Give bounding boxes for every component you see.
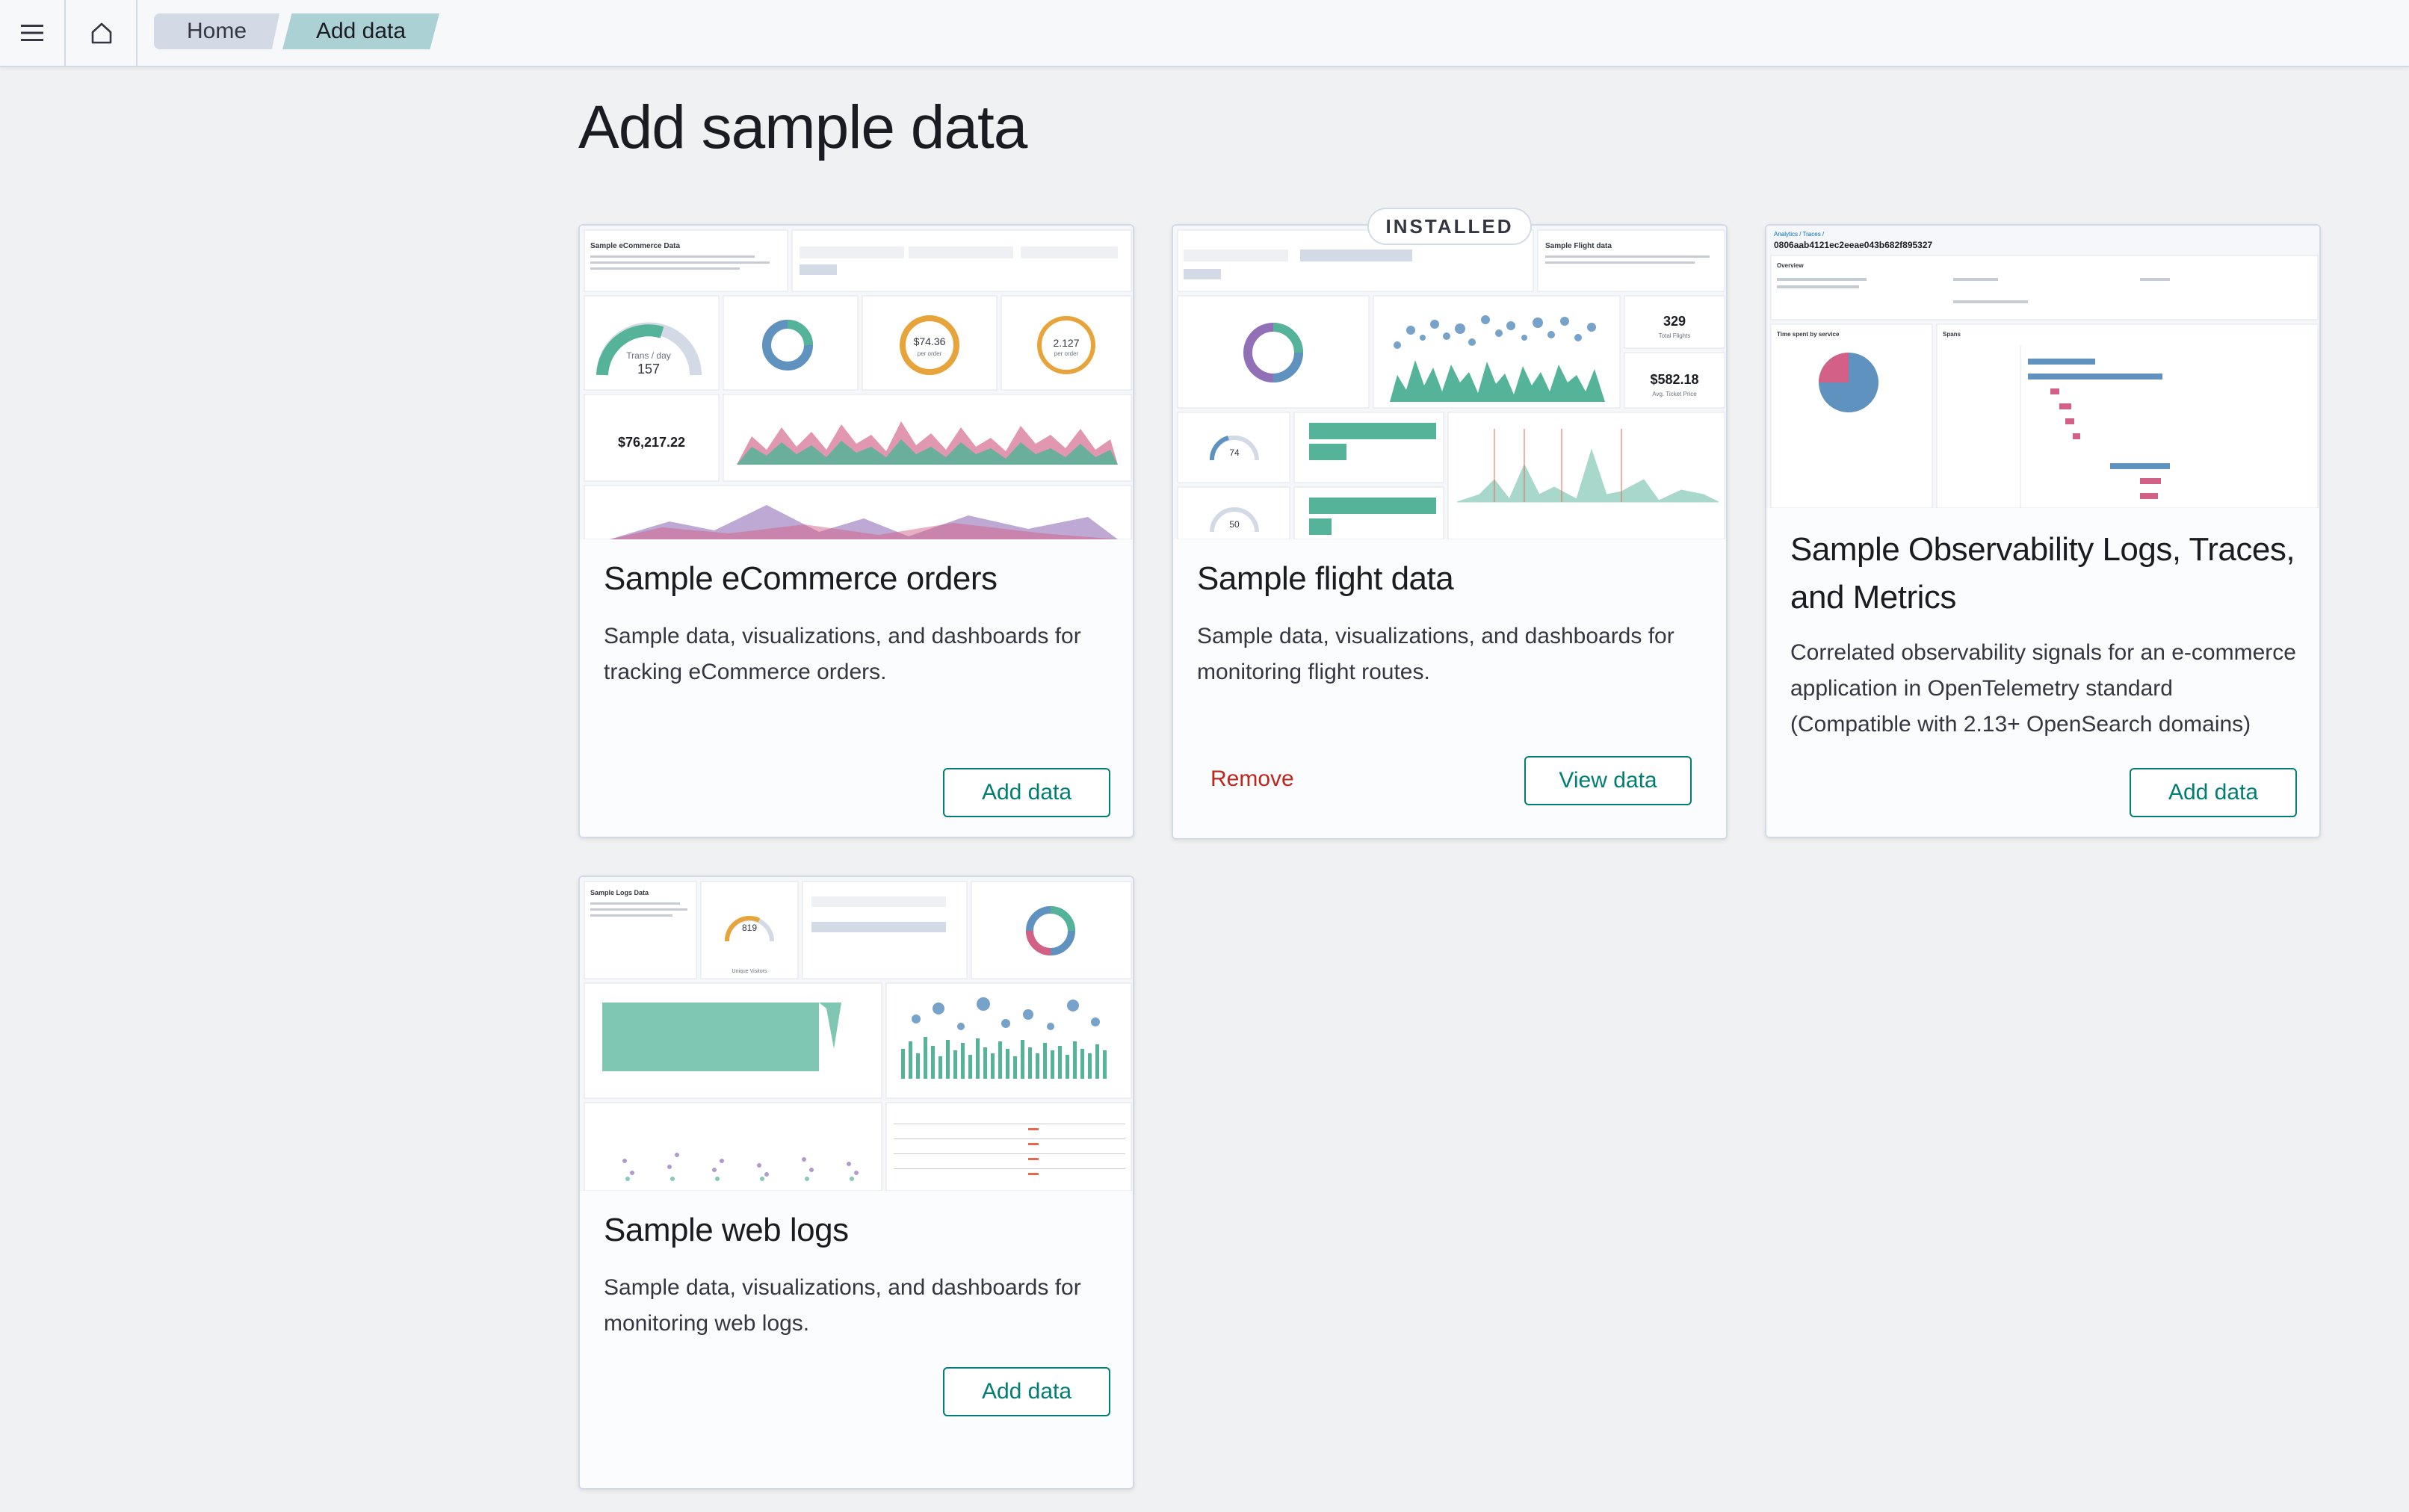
flight-total-flights-label: Total Flights xyxy=(1659,332,1691,339)
observability-breadcrumb: Analytics / Traces / xyxy=(1774,231,1825,238)
top-header: Home Add data xyxy=(0,0,2409,67)
view-data-button[interactable]: View data xyxy=(1524,756,1692,805)
flight-panel-title: Sample Flight data xyxy=(1545,242,1612,250)
ecommerce-avg-items: 2.127 xyxy=(1053,337,1079,349)
card-title: Sample Observability Logs, Traces, and M… xyxy=(1790,531,2295,616)
observability-trace-id: 0806aab4121ec2eeae043b682f895327 xyxy=(1774,240,1933,250)
flight-gauge-cancel: 50 xyxy=(1229,519,1240,530)
observability-time-spent: Time spent by service xyxy=(1777,331,1840,338)
card-title: Sample flight data xyxy=(1197,560,1454,597)
flight-avg-ticket-label: Avg. Ticket Price xyxy=(1652,391,1697,397)
flight-preview-image: Sample Flight data 329 Total Flights $58… xyxy=(1173,226,1726,539)
ecommerce-panel-title: Sample eCommerce Data xyxy=(590,242,680,250)
ecommerce-revenue: $76,217.22 xyxy=(618,435,685,450)
card-description: Sample data, visualizations, and dashboa… xyxy=(604,1275,1081,1336)
ecommerce-avg-sales-label: per order xyxy=(918,350,942,357)
ecommerce-avg-sales: $74.36 xyxy=(914,335,946,347)
card-title: Sample web logs xyxy=(604,1212,849,1248)
breadcrumb-add-data: Add data xyxy=(282,13,439,49)
remove-button[interactable]: Remove xyxy=(1210,766,1294,792)
ecommerce-avg-items-label: per order xyxy=(1054,350,1079,357)
card-observability: Analytics / Traces / 0806aab4121ec2eeae0… xyxy=(1765,224,2321,838)
installed-badge: INSTALLED xyxy=(1367,208,1532,245)
flight-total-flights: 329 xyxy=(1663,314,1686,329)
page-title: Add sample data xyxy=(578,93,1027,161)
weblogs-panel-title: Sample Logs Data xyxy=(590,889,649,896)
weblogs-gauge-value: 819 xyxy=(742,923,757,933)
flight-gauge-delays: 74 xyxy=(1229,447,1240,458)
add-data-button[interactable]: Add data xyxy=(943,1367,1110,1416)
ecommerce-gauge-value: 157 xyxy=(637,362,660,377)
observability-preview-image: Analytics / Traces / 0806aab4121ec2eeae0… xyxy=(1766,226,2319,508)
add-data-button[interactable]: Add data xyxy=(2130,768,2297,817)
home-icon xyxy=(91,22,112,44)
card-title: Sample eCommerce orders xyxy=(604,560,998,597)
add-data-button[interactable]: Add data xyxy=(943,768,1110,817)
card-description: Correlated observability signals for an … xyxy=(1790,640,2296,737)
menu-button[interactable] xyxy=(0,0,66,66)
flight-avg-ticket: $582.18 xyxy=(1650,372,1698,387)
card-description: Sample data, visualizations, and dashboa… xyxy=(1197,624,1674,684)
weblogs-gauge-label: Unique Visitors xyxy=(732,969,767,974)
ecommerce-gauge-label: Trans / day xyxy=(626,350,671,361)
card-description: Sample data, visualizations, and dashboa… xyxy=(604,624,1081,684)
card-web-logs: Sample Logs Data 819 Unique Visitors Sam… xyxy=(578,876,1134,1490)
breadcrumb-home[interactable]: Home xyxy=(154,13,279,49)
hamburger-icon xyxy=(21,25,43,41)
ecommerce-preview-image: Sample eCommerce Data Trans / day 157 $7… xyxy=(580,226,1133,539)
home-button[interactable] xyxy=(67,0,137,66)
weblogs-preview-image: Sample Logs Data 819 Unique Visitors xyxy=(580,877,1133,1191)
observability-spans: Spans xyxy=(1943,331,1961,338)
observability-overview: Overview xyxy=(1777,262,1804,269)
card-ecommerce: Sample eCommerce Data Trans / day 157 $7… xyxy=(578,224,1134,838)
card-flight: Sample Flight data 329 Total Flights $58… xyxy=(1172,224,1728,840)
